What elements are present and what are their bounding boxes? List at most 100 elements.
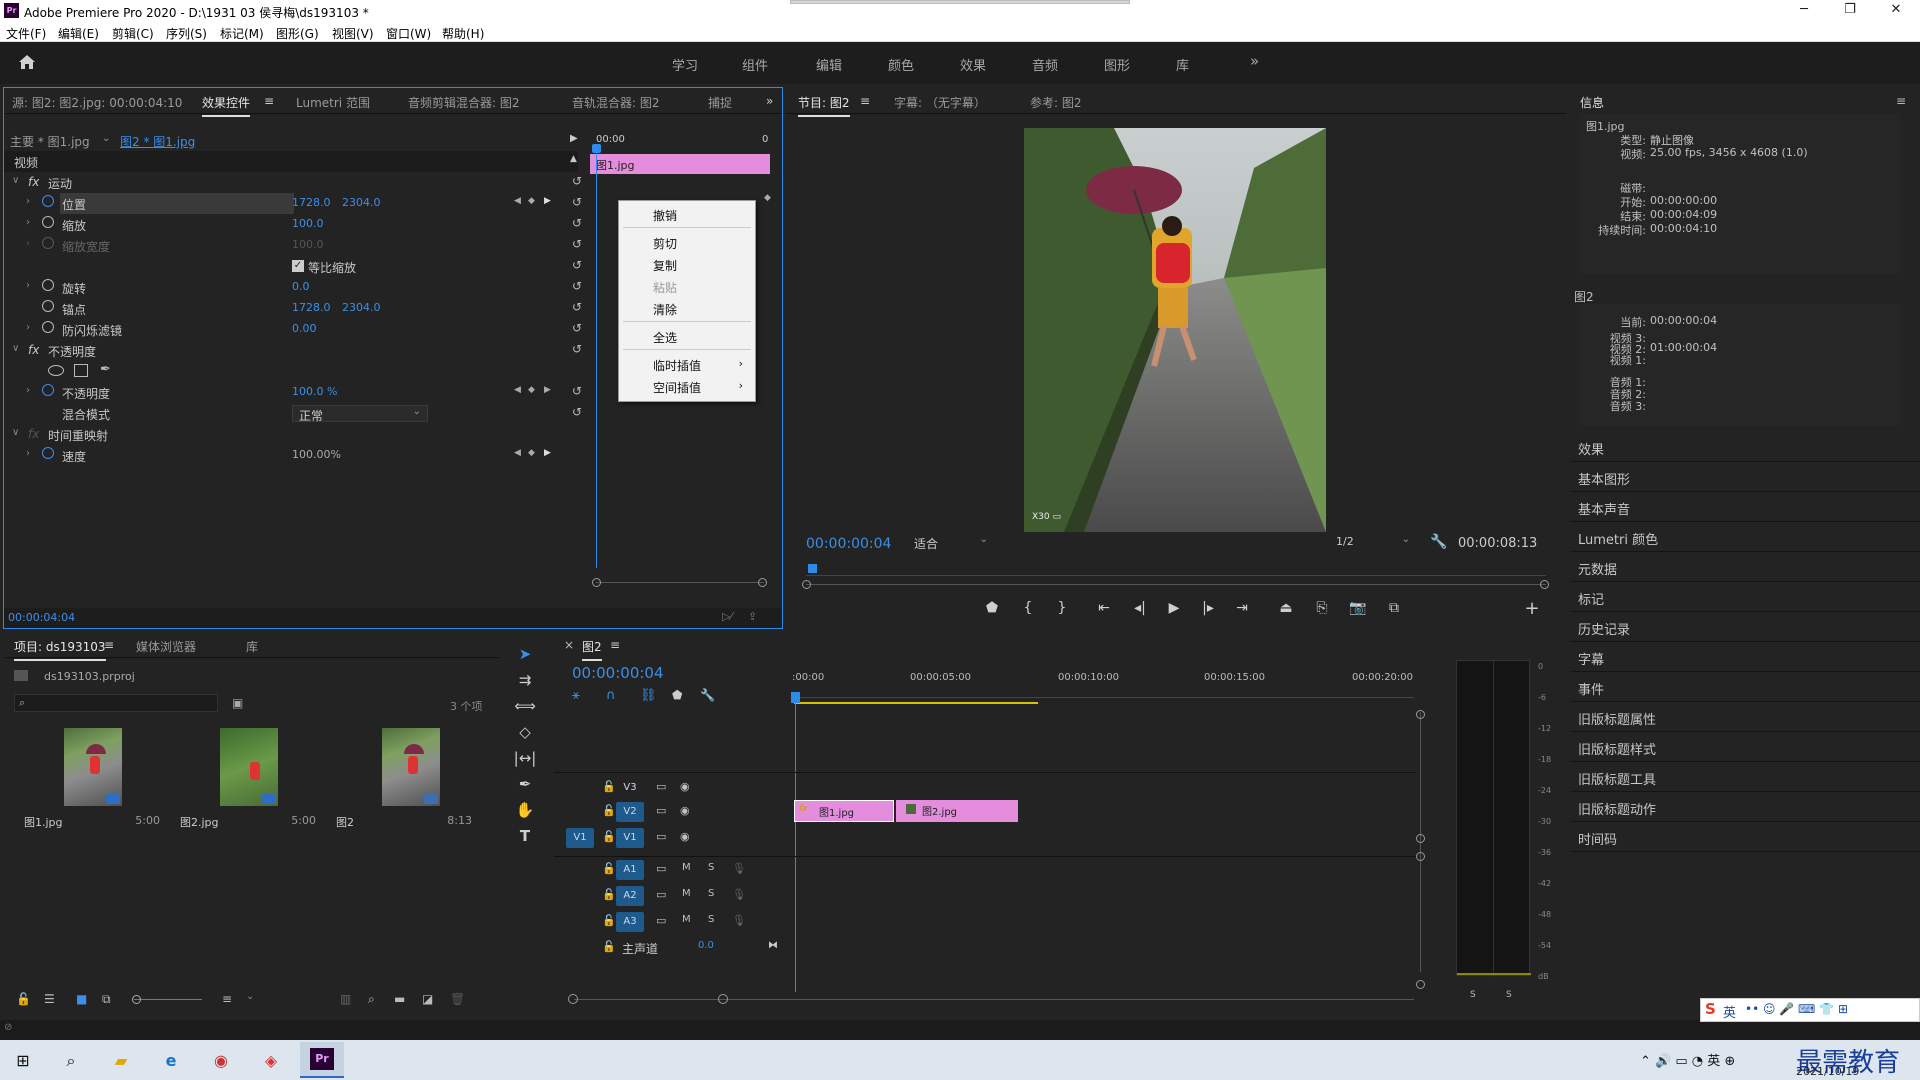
voiceover-mic-icon[interactable]: 🎙 <box>732 888 746 901</box>
track-target-a1[interactable]: A1 <box>616 860 644 880</box>
panel-metadata[interactable]: 元数据 <box>1570 552 1920 582</box>
lift-icon[interactable]: ⏏ <box>1276 600 1296 616</box>
edge-browser-icon[interactable]: e <box>158 1048 184 1074</box>
tab-audio-track-mixer[interactable]: 音轨混合器: 图2 <box>572 94 660 111</box>
add-keyframe-icon[interactable]: ◆ <box>528 385 535 395</box>
workspace-more-icon[interactable]: » <box>1250 52 1259 70</box>
vscroll-handle[interactable] <box>1416 710 1425 719</box>
selection-tool-icon[interactable]: ➤ <box>512 642 538 666</box>
reset-icon[interactable]: ↺ <box>572 384 582 398</box>
mute-button[interactable]: M <box>682 914 691 925</box>
list-view-icon[interactable]: ☰ <box>44 992 55 1006</box>
go-to-out-icon[interactable]: ⇥ <box>1232 600 1252 616</box>
opacity-value[interactable]: 100.0 % <box>292 385 337 398</box>
tab-menu-icon[interactable]: ≡ <box>610 638 620 652</box>
track-target-v3[interactable]: V3 <box>616 778 644 798</box>
project-search-input[interactable]: ⌕ <box>14 694 218 712</box>
collapse-up-icon[interactable]: ▲ <box>570 154 577 164</box>
zoom-slider[interactable] <box>134 999 202 1000</box>
expand-chevron-icon[interactable]: › <box>26 385 30 396</box>
position-y-value[interactable]: 2304.0 <box>342 196 381 209</box>
keyframe-icon[interactable]: ◆ <box>764 193 771 203</box>
find-icon[interactable]: ⌕ <box>368 992 375 1007</box>
mark-out-icon[interactable]: } <box>1052 600 1072 616</box>
tab-libraries[interactable]: 库 <box>246 638 258 655</box>
menu-item-spatial-interpolation[interactable]: 空间插值 <box>653 379 701 396</box>
anchor-row[interactable]: 锚点 1728.0 2304.0 ↺ <box>4 298 582 319</box>
search-icon[interactable]: ⌕ <box>58 1048 84 1074</box>
info-title[interactable]: 信息 <box>1580 94 1604 111</box>
ime-tools-icon[interactable]: •• ☺ 🎤 ⌨ 👕 ⊞ <box>1745 1002 1848 1016</box>
solo-right-button[interactable]: S <box>1506 990 1512 1000</box>
hscroll-handle-left[interactable] <box>568 994 578 1004</box>
scale-row[interactable]: › 缩放 100.0 ↺ <box>4 214 582 235</box>
lock-icon[interactable]: 🔓 <box>602 830 616 843</box>
menu-file[interactable]: 文件(F) <box>6 25 46 42</box>
rectangle-mask-icon[interactable] <box>74 364 88 377</box>
lock-icon[interactable]: 🔓 <box>602 940 616 953</box>
project-item[interactable]: 图2 8:13 <box>326 724 482 834</box>
stopwatch-icon[interactable] <box>42 216 54 228</box>
prev-keyframe-icon[interactable]: ◀ <box>514 196 521 206</box>
clear-icon[interactable]: 🗑 <box>450 992 465 1006</box>
step-back-icon[interactable]: ◂| <box>1130 600 1150 616</box>
menu-help[interactable]: 帮助(H) <box>442 25 484 42</box>
menu-item-temporal-interpolation[interactable]: 临时插值 <box>653 357 701 374</box>
razor-tool-icon[interactable]: ◇ <box>512 720 538 744</box>
workspace-audio[interactable]: 音频 <box>1032 55 1058 74</box>
stopwatch-icon[interactable] <box>42 447 54 459</box>
workspace-learn[interactable]: 学习 <box>672 55 698 74</box>
freeform-view-icon[interactable]: ⧉ <box>102 992 111 1007</box>
effect-controls-timecode[interactable]: 00:00:04:04 <box>8 611 75 624</box>
eye-icon[interactable]: ◉ <box>680 804 690 817</box>
automate-to-sequence-icon[interactable]: ▥ <box>340 992 351 1006</box>
reset-icon[interactable]: ↺ <box>572 405 582 419</box>
reset-icon[interactable]: ↺ <box>572 279 582 293</box>
tab-sequence[interactable]: 图2 <box>582 638 602 661</box>
workspace-assembly[interactable]: 组件 <box>742 55 768 74</box>
master-clip-label[interactable]: 主要 * 图1.jpg <box>10 133 90 150</box>
sync-lock-icon[interactable]: ▭ <box>656 830 666 843</box>
tab-menu-icon[interactable]: ≡ <box>264 94 274 108</box>
tab-menu-icon[interactable]: ≡ <box>860 94 870 108</box>
menu-marker[interactable]: 标记(M) <box>220 25 264 42</box>
playhead-handle[interactable] <box>592 144 601 153</box>
windows-start-icon[interactable]: ⊞ <box>10 1048 36 1074</box>
minimize-button[interactable]: ─ <box>1784 2 1824 17</box>
speed-value[interactable]: 100.00% <box>292 448 341 461</box>
ime-language[interactable]: 英 <box>1723 1002 1736 1021</box>
menu-clip[interactable]: 剪辑(C) <box>112 25 154 42</box>
position-x-value[interactable]: 1728.0 <box>292 196 331 209</box>
next-keyframe-icon[interactable]: ▶ <box>544 385 551 395</box>
opacity-effect-row[interactable]: ∨ fx 不透明度 ↺ <box>4 340 582 361</box>
workspace-editing[interactable]: 编辑 <box>816 55 842 74</box>
vscroll-handle[interactable] <box>1416 980 1425 989</box>
reset-icon[interactable]: ↺ <box>572 216 582 230</box>
reset-icon[interactable]: ↺ <box>572 174 582 188</box>
stopwatch-icon[interactable] <box>42 384 54 396</box>
step-forward-icon[interactable]: |▸ <box>1198 600 1218 616</box>
expand-chevron-icon[interactable]: › <box>26 280 30 291</box>
timeline-settings-icon[interactable]: 🔧 <box>700 688 715 702</box>
timeline-clip-2[interactable]: 图2.jpg <box>896 800 1018 822</box>
menu-item-select-all[interactable]: 全选 <box>653 329 677 346</box>
speed-row[interactable]: › 速度 100.00% ◀ ◆ ▶ <box>4 445 582 466</box>
panel-lumetri-color[interactable]: Lumetri 颜色 <box>1570 522 1920 552</box>
app-icon[interactable]: ◈ <box>258 1048 284 1074</box>
maximize-button[interactable]: ❐ <box>1830 2 1870 17</box>
ellipse-mask-icon[interactable] <box>48 365 64 376</box>
eye-icon[interactable]: ◉ <box>680 830 690 843</box>
next-keyframe-icon[interactable]: ▶ <box>544 448 551 458</box>
stopwatch-icon[interactable] <box>42 279 54 291</box>
panel-menu-icon[interactable]: ≡ <box>1896 94 1906 108</box>
panel-effects[interactable]: 效果 <box>1570 432 1920 462</box>
vscroll-handle[interactable] <box>1416 834 1425 843</box>
track-target-a3[interactable]: A3 <box>616 912 644 932</box>
resolution-dropdown[interactable]: 1/2 ⌄ <box>1332 534 1412 552</box>
tab-audio-clip-mixer[interactable]: 音频剪辑混合器: 图2 <box>408 94 520 111</box>
tab-source[interactable]: 源: 图2: 图2.jpg: 00:00:04:10 <box>12 94 182 111</box>
lock-icon[interactable]: 🔓 <box>602 780 616 793</box>
zoom-slider-handle[interactable] <box>132 995 141 1004</box>
anchor-x-value[interactable]: 1728.0 <box>292 301 331 314</box>
sogou-ime-icon[interactable]: S <box>1705 1000 1716 1018</box>
